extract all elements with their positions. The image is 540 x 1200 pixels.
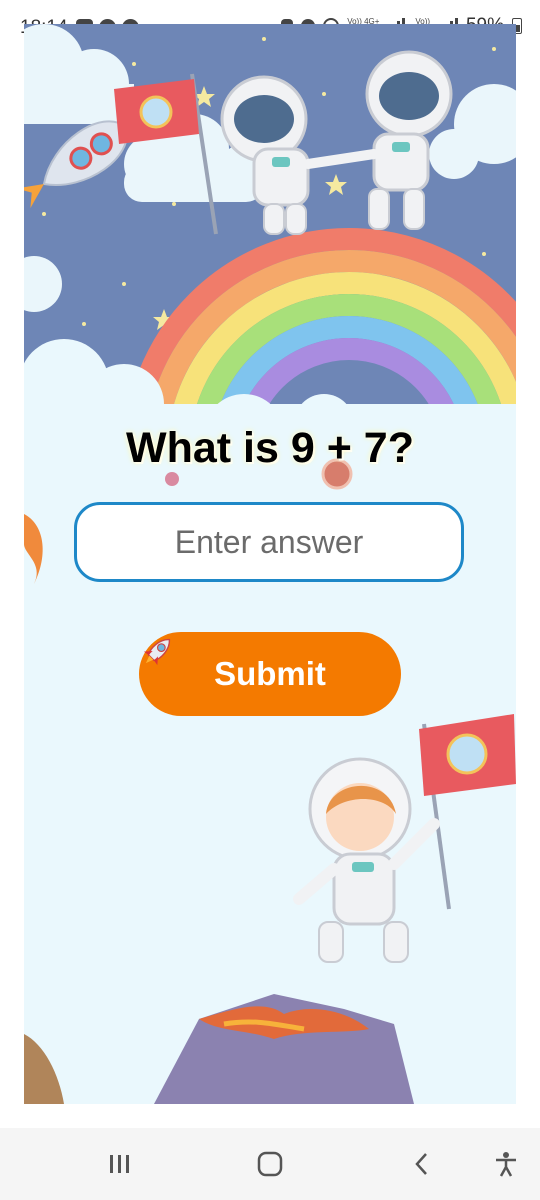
question-text: What is 9 + 7? [126,424,414,472]
rocket-icon [143,638,171,666]
back-icon [415,1153,427,1175]
answer-input[interactable] [74,502,464,582]
back-button[interactable] [402,1146,442,1182]
home-icon [257,1151,283,1177]
planet-small-icon [165,472,179,486]
recent-apps-icon [110,1155,129,1173]
accessibility-icon [496,1152,516,1177]
astronaut-kid-illustration [293,714,516,963]
home-button[interactable] [250,1146,290,1182]
rock-decoration [24,1034,64,1104]
accessibility-button[interactable] [486,1146,526,1182]
system-nav-bar [0,1128,540,1200]
quiz-scene: What is 9 + 7? Submit [24,24,516,1104]
submit-button[interactable]: Submit [139,632,401,716]
recent-apps-button[interactable] [100,1146,140,1182]
volcano-illustration [154,994,414,1104]
submit-button-label: Submit [214,655,326,692]
fire-decoration [24,514,43,584]
